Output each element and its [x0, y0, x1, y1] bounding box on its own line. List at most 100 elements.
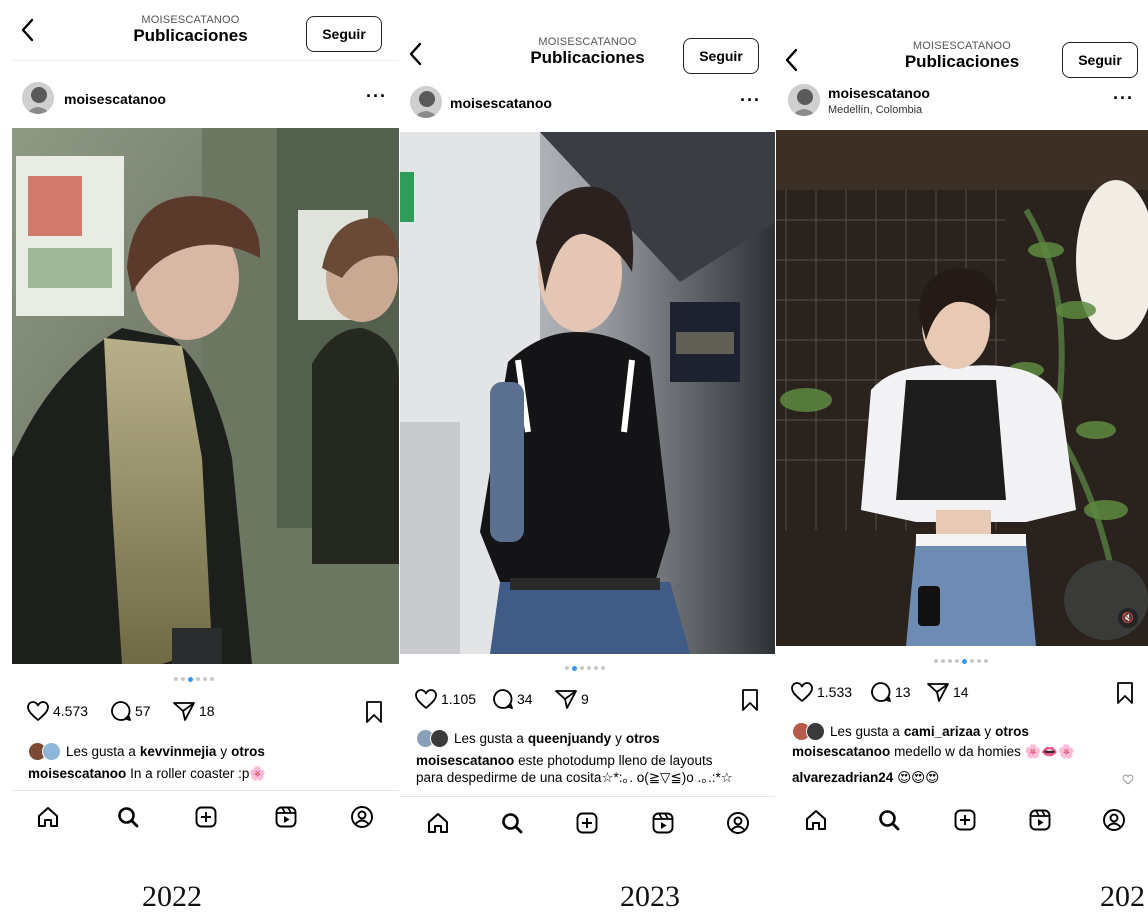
- comment-text: 😍😍😍: [897, 770, 940, 785]
- carousel-indicator: [174, 677, 214, 683]
- liked-by-avatars: [28, 742, 61, 761]
- profile-icon[interactable]: [1102, 808, 1126, 837]
- post-actions: 1.105 34 9: [400, 688, 775, 716]
- profile-icon[interactable]: [350, 805, 374, 834]
- liked-by-others[interactable]: otros: [995, 724, 1029, 739]
- follow-button[interactable]: Seguir: [306, 16, 382, 52]
- post-user-row: moisescatanoo ···: [12, 82, 399, 122]
- carousel-dot: [948, 659, 952, 663]
- year-label-2022: 2022: [142, 880, 202, 913]
- more-icon[interactable]: ···: [366, 86, 387, 107]
- balcony-night-photo: [776, 130, 1148, 646]
- reels-icon[interactable]: [651, 811, 675, 840]
- like-count: 1.105: [441, 691, 477, 707]
- carousel-indicator: [565, 666, 605, 672]
- comment-icon: [111, 701, 131, 721]
- carousel-indicator: [934, 659, 988, 665]
- comment-like-button[interactable]: [1122, 772, 1134, 790]
- caption-username[interactable]: moisescatanoo: [416, 753, 514, 768]
- follow-button[interactable]: Seguir: [1062, 42, 1138, 78]
- search-icon[interactable]: [877, 808, 901, 837]
- liked-by-avatars: [416, 729, 449, 748]
- caption-username[interactable]: moisescatanoo: [792, 744, 890, 759]
- bookmark-button[interactable]: [741, 688, 759, 717]
- liked-by-prefix: Les gusta a: [66, 744, 136, 759]
- create-icon[interactable]: [953, 808, 977, 837]
- liked-by-avatars: [792, 722, 825, 741]
- search-icon[interactable]: [500, 811, 524, 840]
- liked-by-prefix: Les gusta a: [830, 724, 900, 739]
- like-count: 4.573: [53, 703, 89, 719]
- profile-icon[interactable]: [726, 811, 750, 840]
- post-photo[interactable]: [12, 128, 399, 664]
- share-button[interactable]: 14: [926, 681, 969, 703]
- avatar[interactable]: [410, 86, 442, 118]
- share-icon: [927, 683, 949, 702]
- like-count: 1.533: [817, 684, 853, 700]
- carousel-dot-active: [572, 666, 577, 671]
- home-icon[interactable]: [804, 808, 828, 837]
- create-icon[interactable]: [194, 805, 218, 834]
- like-button[interactable]: 1.105: [414, 688, 476, 710]
- follow-button[interactable]: Seguir: [683, 38, 759, 74]
- avatar[interactable]: [22, 82, 54, 114]
- liked-by-user[interactable]: cami_arizaa: [904, 724, 981, 739]
- carousel-dot: [984, 659, 988, 663]
- more-icon[interactable]: ···: [1113, 88, 1134, 109]
- reels-icon[interactable]: [274, 805, 298, 834]
- year-label-2024: 202: [1100, 880, 1145, 913]
- share-button[interactable]: 9: [554, 688, 589, 710]
- carousel-dot: [977, 659, 981, 663]
- liked-by-others[interactable]: otros: [626, 731, 660, 746]
- search-icon[interactable]: [116, 805, 140, 834]
- post-username[interactable]: moisescatanoo: [450, 95, 552, 111]
- comment-username[interactable]: alvarezadrian24: [792, 770, 893, 785]
- reels-icon[interactable]: [1028, 808, 1052, 837]
- liked-by: Les gusta a kevvinmejia y otros: [28, 742, 265, 761]
- comment-button[interactable]: 34: [492, 688, 533, 710]
- more-icon[interactable]: ···: [740, 90, 761, 111]
- post-photo[interactable]: 🔇: [776, 130, 1148, 646]
- create-icon[interactable]: [575, 811, 599, 840]
- liked-by-others[interactable]: otros: [231, 744, 265, 759]
- comment-button[interactable]: 13: [870, 681, 911, 703]
- carousel-dot: [210, 677, 214, 681]
- post-username[interactable]: moisescatanoo: [828, 85, 930, 101]
- top-comment: alvarezadrian24 😍😍😍: [792, 769, 939, 786]
- liked-by: Les gusta a cami_arizaa y otros: [792, 722, 1029, 741]
- hallway-photo: [400, 132, 775, 654]
- share-icon: [173, 702, 195, 721]
- post-screen-2023: MOISESCATANOO Publicaciones Seguir moise…: [400, 0, 775, 850]
- heart-icon: [27, 701, 49, 721]
- carousel-dot: [970, 659, 974, 663]
- home-icon[interactable]: [426, 811, 450, 840]
- like-button[interactable]: 1.533: [790, 681, 852, 703]
- carousel-dot: [203, 677, 207, 681]
- carousel-dot: [594, 666, 598, 670]
- bookmark-button[interactable]: [1116, 681, 1134, 710]
- comment-count: 13: [895, 684, 911, 700]
- share-button[interactable]: 18: [172, 700, 215, 722]
- post-header: MOISESCATANOO Publicaciones Seguir: [400, 0, 775, 84]
- post-location[interactable]: Medellín, Colombia: [828, 104, 922, 116]
- avatar[interactable]: [788, 84, 820, 116]
- share-count: 9: [581, 691, 589, 707]
- like-button[interactable]: 4.573: [26, 700, 88, 722]
- liked-by: Les gusta a queenjuandy y otros: [416, 729, 660, 748]
- elevator-mirror-photo: [12, 128, 399, 664]
- bookmark-icon: [1117, 682, 1133, 704]
- bookmark-icon: [742, 689, 758, 711]
- carousel-dot: [941, 659, 945, 663]
- mute-icon[interactable]: 🔇: [1118, 608, 1138, 628]
- liked-by-user[interactable]: kevvinmejia: [140, 744, 217, 759]
- carousel-dot: [565, 666, 569, 670]
- post-username[interactable]: moisescatanoo: [64, 91, 166, 107]
- comment-button[interactable]: 57: [110, 700, 151, 722]
- share-count: 14: [953, 684, 969, 700]
- carousel-dot-active: [962, 659, 967, 664]
- caption-username[interactable]: moisescatanoo: [28, 766, 126, 781]
- home-icon[interactable]: [36, 805, 60, 834]
- post-photo[interactable]: [400, 132, 775, 654]
- bookmark-button[interactable]: [365, 700, 383, 729]
- liked-by-user[interactable]: queenjuandy: [528, 731, 611, 746]
